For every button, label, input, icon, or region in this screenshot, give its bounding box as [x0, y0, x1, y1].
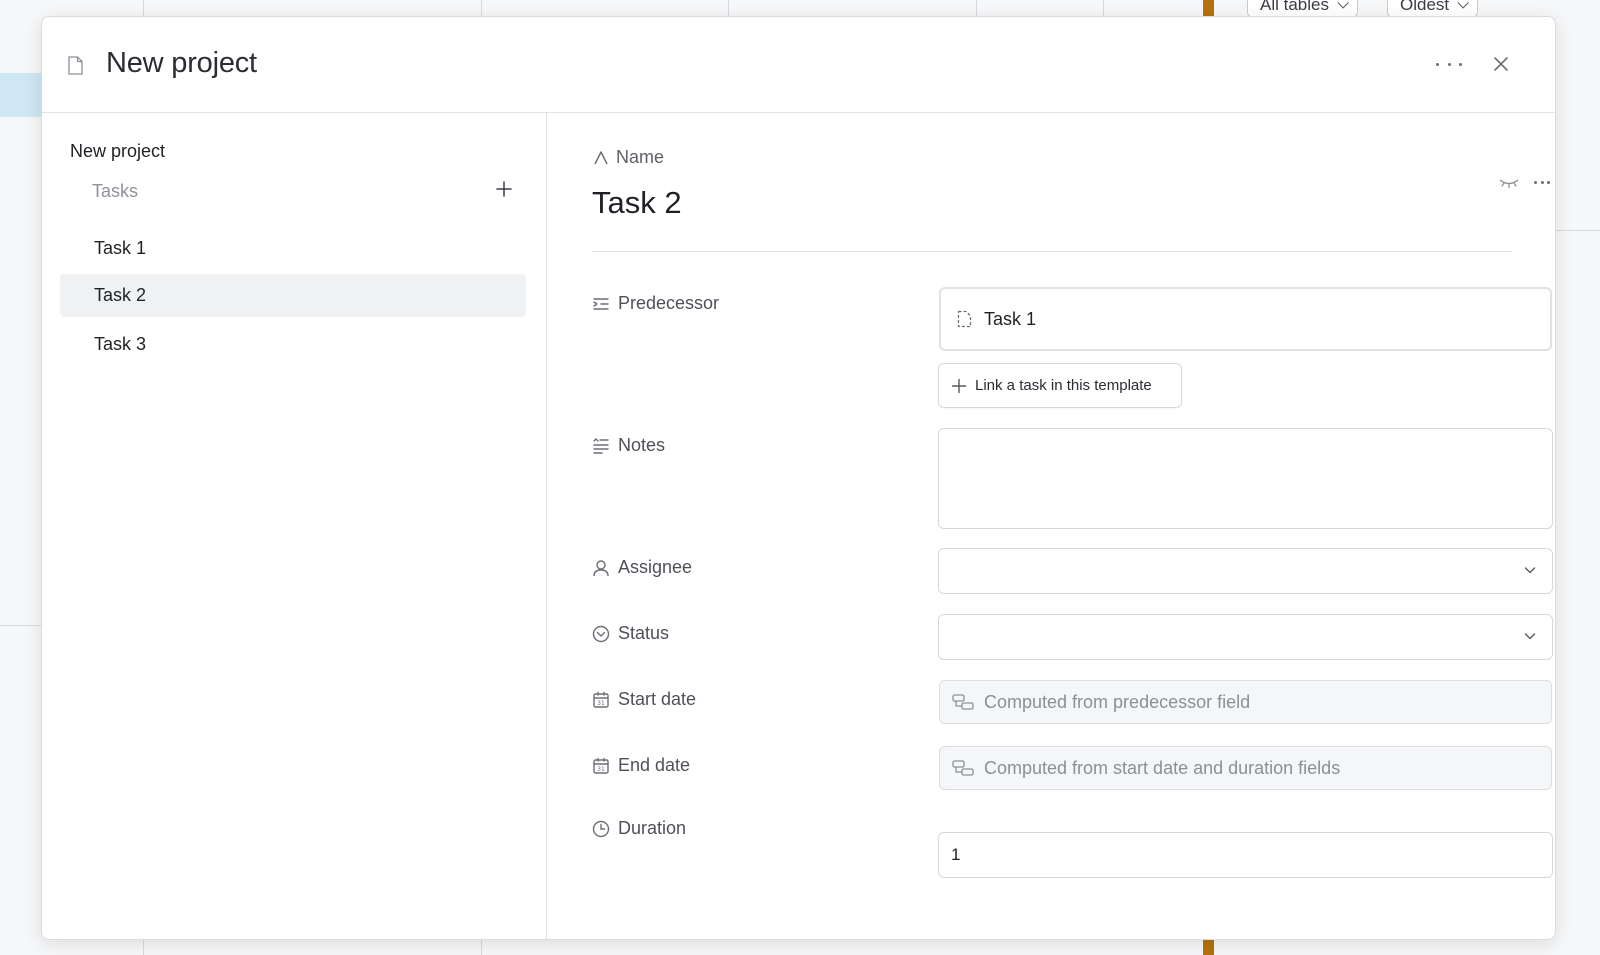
- modal-header: New project: [42, 17, 1555, 113]
- background-selected-row: [0, 73, 44, 117]
- record-more-button[interactable]: [1534, 179, 1550, 185]
- status-label: Status: [618, 623, 670, 643]
- user-icon: [593, 560, 609, 577]
- more-options-button[interactable]: [1436, 57, 1462, 71]
- background-accent-bar: [1203, 940, 1214, 955]
- plus-icon: [951, 378, 967, 393]
- chevron-down-icon: [1337, 0, 1349, 9]
- background-grid-line: [1556, 230, 1600, 231]
- sort-label: Oldest: [1400, 0, 1450, 14]
- ellipsis-dot: [1540, 180, 1544, 184]
- linked-record-icon: [957, 310, 972, 328]
- assignee-select[interactable]: [938, 548, 1553, 594]
- add-task-button[interactable]: [494, 179, 514, 199]
- background-grid-line: [481, 940, 482, 955]
- end-date-label: End date: [618, 755, 691, 775]
- link-task-label: Link a task in this template: [975, 377, 1152, 394]
- ellipsis-dot: [1459, 62, 1462, 66]
- clock-icon: [592, 820, 610, 838]
- project-name[interactable]: New project: [70, 141, 165, 162]
- end-date-placeholder: Computed from start date and duration fi…: [984, 757, 1341, 778]
- ellipsis-dot: [1547, 180, 1550, 184]
- ellipsis-icon: [1534, 180, 1537, 184]
- tasks-heading: Tasks: [92, 181, 139, 201]
- all-tables-label: All tables: [1260, 0, 1329, 14]
- close-icon[interactable]: [1492, 55, 1510, 73]
- assignee-label: Assignee: [618, 557, 693, 577]
- svg-text:31: 31: [597, 700, 605, 707]
- record-title[interactable]: Task 2: [592, 185, 682, 221]
- title-divider: [592, 251, 1512, 252]
- start-date-field: Computed from predecessor field: [939, 680, 1552, 724]
- chevron-down-icon: [1457, 0, 1469, 9]
- link-field-icon: [593, 298, 609, 310]
- predecessor-field[interactable]: Task 1: [939, 287, 1552, 351]
- background-accent-bar: [1203, 0, 1214, 16]
- chevron-down-icon: [1524, 633, 1536, 640]
- start-date-placeholder: Computed from predecessor field: [984, 691, 1251, 712]
- svg-text:31: 31: [597, 766, 605, 773]
- dependency-icon: [952, 694, 974, 710]
- document-icon: [68, 56, 83, 75]
- duration-input[interactable]: 1: [938, 832, 1553, 878]
- predecessor-value[interactable]: Task 1: [984, 309, 1036, 330]
- ellipsis-icon: [1436, 62, 1439, 66]
- task-list-item[interactable]: Task 1: [60, 227, 526, 270]
- task-list-item[interactable]: Task 3: [60, 323, 526, 366]
- text-field-icon: [594, 151, 608, 165]
- notes-label: Notes: [618, 435, 666, 455]
- calendar-icon: 31: [593, 691, 609, 708]
- duration-value: 1: [951, 845, 961, 864]
- predecessor-label: Predecessor: [618, 293, 720, 313]
- task-list-item-selected[interactable]: Task 2: [60, 274, 526, 317]
- start-date-label: Start date: [618, 689, 697, 709]
- task-detail-panel: Name Task 2 Predecessor Task 1 Link a ta…: [548, 113, 1555, 939]
- project-template-modal: New project New project Tasks Task 1 Tas…: [41, 16, 1556, 940]
- name-field-label: Name: [616, 147, 665, 167]
- calendar-icon: 31: [593, 757, 609, 774]
- long-text-icon: [593, 438, 609, 454]
- modal-title: New project: [106, 47, 257, 79]
- chevron-down-icon: [1524, 567, 1536, 574]
- task-label: Task 1: [94, 238, 147, 258]
- ellipsis-dot: [1447, 62, 1451, 66]
- dependency-icon: [952, 760, 974, 776]
- background-grid-line: [143, 940, 144, 955]
- eye-closed-icon[interactable]: [1498, 175, 1520, 189]
- status-select[interactable]: [938, 614, 1553, 660]
- task-list-panel: New project Tasks Task 1 Task 2 Task 3: [42, 113, 547, 939]
- status-icon: [592, 625, 610, 643]
- background-grid-line: [0, 625, 41, 626]
- notes-textarea[interactable]: [938, 428, 1553, 529]
- link-task-button[interactable]: Link a task in this template: [938, 363, 1182, 408]
- duration-label: Duration: [618, 818, 687, 838]
- end-date-field: Computed from start date and duration fi…: [939, 746, 1552, 790]
- task-label: Task 2: [94, 285, 147, 305]
- task-label: Task 3: [94, 334, 147, 354]
